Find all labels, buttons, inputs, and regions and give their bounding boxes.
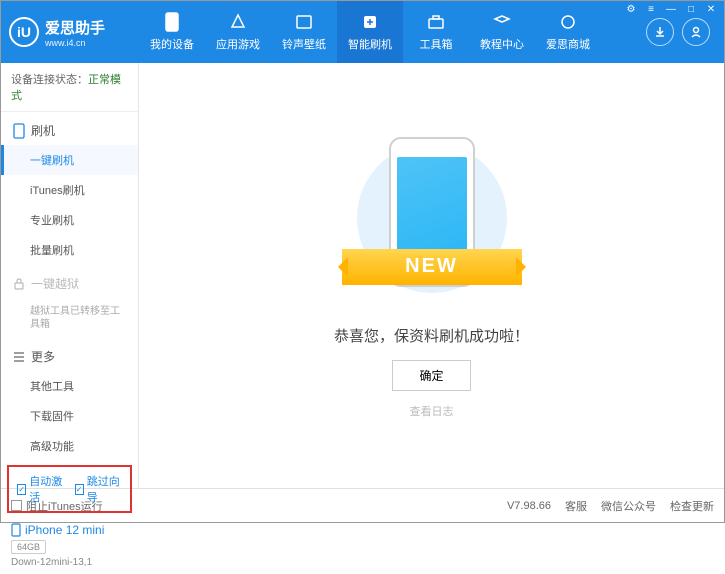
nav-ringtones[interactable]: 铃声壁纸 <box>271 1 337 63</box>
nav-label: 应用游戏 <box>216 36 260 52</box>
nav-label: 智能刷机 <box>348 36 392 52</box>
device-info[interactable]: iPhone 12 mini 64GB Down-12mini-13,1 <box>1 517 138 574</box>
version-label: V7.98.66 <box>507 500 551 512</box>
wechat-link[interactable]: 微信公众号 <box>601 498 656 514</box>
nav-tutorial[interactable]: 教程中心 <box>469 1 535 63</box>
logo: iU 爱思助手 www.i4.cn <box>9 17 139 48</box>
checkbox-skip-guide[interactable]: ✓跳过向导 <box>75 473 123 505</box>
window-controls: ⚙ ≡ — □ ✕ <box>624 3 718 15</box>
new-banner: NEW <box>342 249 522 285</box>
nav-label: 教程中心 <box>480 36 524 52</box>
ok-button[interactable]: 确定 <box>392 360 470 391</box>
tutorial-icon <box>492 12 512 32</box>
apps-icon <box>228 12 248 32</box>
header-actions <box>646 18 716 46</box>
main-nav: 我的设备 应用游戏 铃声壁纸 智能刷机 工具箱 教程中心 爱思商城 <box>139 1 646 63</box>
sidebar-item-batch[interactable]: 批量刷机 <box>1 235 138 265</box>
sidebar: 设备连接状态：正常模式 刷机 一键刷机 iTunes刷机 专业刷机 批量刷机 一… <box>1 63 139 488</box>
lock-icon <box>13 277 25 291</box>
device-firmware: Down-12mini-13,1 <box>11 557 128 568</box>
sidebar-section-jailbreak: 一键越狱 <box>1 265 138 298</box>
checkbox-auto-activate[interactable]: ✓自动激活 <box>17 473 65 505</box>
options-highlight: ✓自动激活 ✓跳过向导 <box>7 465 132 513</box>
app-title: 爱思助手 <box>45 17 105 38</box>
success-message: 恭喜您，保资料刷机成功啦！ <box>334 325 529 346</box>
close-icon[interactable]: ✕ <box>704 3 718 15</box>
device-storage: 64GB <box>11 540 46 554</box>
nav-store[interactable]: 爱思商城 <box>535 1 601 63</box>
store-icon <box>558 12 578 32</box>
sidebar-item-pro[interactable]: 专业刷机 <box>1 205 138 235</box>
connection-status: 设备连接状态：正常模式 <box>1 63 138 112</box>
minimize-icon[interactable]: — <box>664 3 678 15</box>
phone-icon <box>162 12 182 32</box>
sidebar-item-oneclick[interactable]: 一键刷机 <box>1 145 138 175</box>
flash-icon <box>360 12 380 32</box>
logo-icon: iU <box>9 17 39 47</box>
section-title: 一键越狱 <box>31 275 79 292</box>
section-title: 更多 <box>31 348 55 365</box>
main-content: NEW 恭喜您，保资料刷机成功啦！ 确定 查看日志 <box>139 63 724 488</box>
menu-icon <box>13 351 25 363</box>
wallpaper-icon <box>294 12 314 32</box>
toolbox-icon <box>426 12 446 32</box>
nav-flash[interactable]: 智能刷机 <box>337 1 403 63</box>
user-button[interactable] <box>682 18 710 46</box>
sidebar-section-more[interactable]: 更多 <box>1 338 138 371</box>
sidebar-section-flash[interactable]: 刷机 <box>1 112 138 145</box>
nav-label: 工具箱 <box>420 36 453 52</box>
view-log-link[interactable]: 查看日志 <box>410 403 454 419</box>
sep-icon: ≡ <box>644 3 658 15</box>
sidebar-item-tools[interactable]: 其他工具 <box>1 371 138 401</box>
status-label: 设备连接状态： <box>11 74 88 86</box>
service-link[interactable]: 客服 <box>565 498 587 514</box>
phone-small-icon <box>13 123 25 139</box>
device-icon <box>11 523 21 537</box>
nav-label: 爱思商城 <box>546 36 590 52</box>
sidebar-item-itunes[interactable]: iTunes刷机 <box>1 175 138 205</box>
nav-toolbox[interactable]: 工具箱 <box>403 1 469 63</box>
nav-my-device[interactable]: 我的设备 <box>139 1 205 63</box>
download-button[interactable] <box>646 18 674 46</box>
app-url: www.i4.cn <box>45 38 105 48</box>
section-title: 刷机 <box>31 122 55 139</box>
nav-label: 我的设备 <box>150 36 194 52</box>
maximize-icon[interactable]: □ <box>684 3 698 15</box>
settings-icon[interactable]: ⚙ <box>624 3 638 15</box>
nav-label: 铃声壁纸 <box>282 36 326 52</box>
checkbox-label: 跳过向导 <box>87 473 122 505</box>
success-illustration: NEW <box>352 133 512 313</box>
device-name: iPhone 12 mini <box>11 523 128 537</box>
update-link[interactable]: 检查更新 <box>670 498 714 514</box>
jailbreak-note: 越狱工具已转移至工具箱 <box>1 298 138 338</box>
header: iU 爱思助手 www.i4.cn 我的设备 应用游戏 铃声壁纸 智能刷机 工具… <box>1 1 724 63</box>
sidebar-item-firmware[interactable]: 下载固件 <box>1 401 138 431</box>
nav-apps[interactable]: 应用游戏 <box>205 1 271 63</box>
sidebar-item-advanced[interactable]: 高级功能 <box>1 431 138 461</box>
checkbox-label: 自动激活 <box>29 473 64 505</box>
